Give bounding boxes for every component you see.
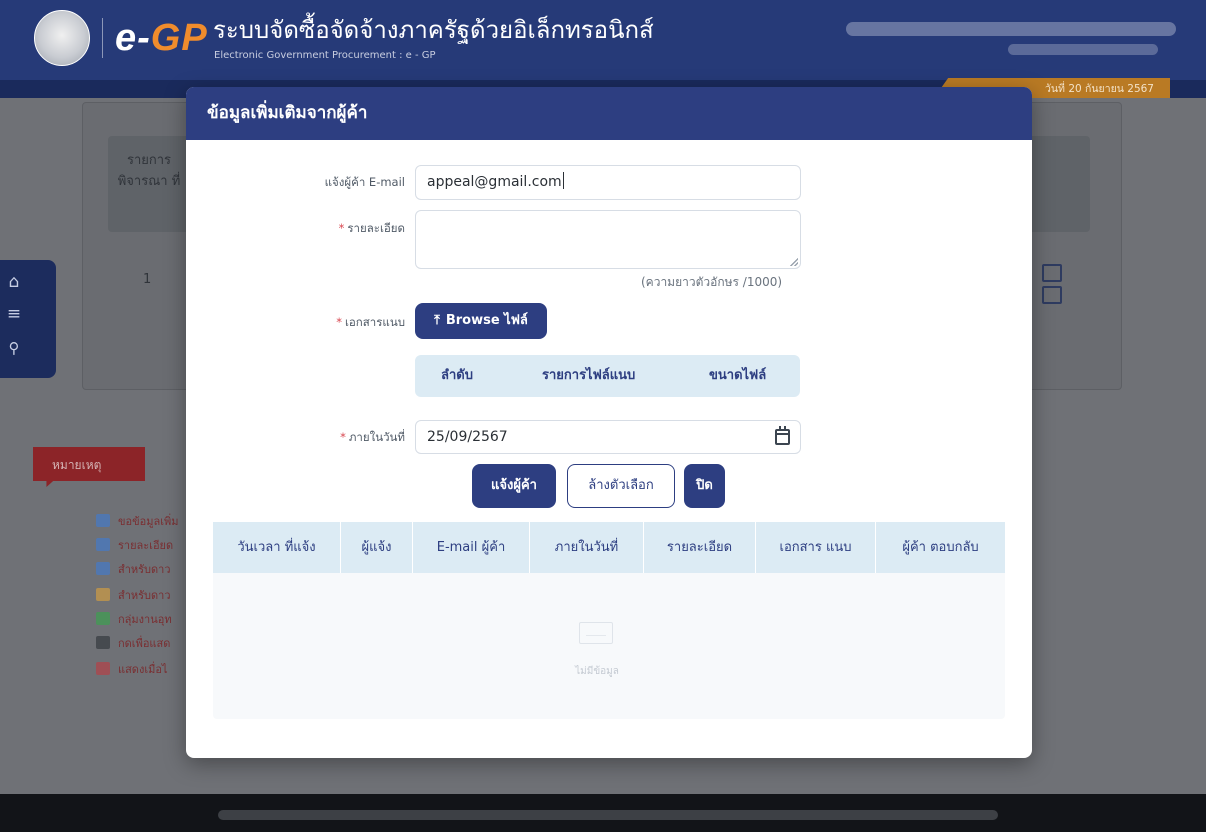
note-icon xyxy=(96,514,110,527)
due-date-value: 25/09/2567 xyxy=(427,429,508,445)
note-item: กลุ่มงานอุท xyxy=(96,610,172,628)
due-date-label: * ภายในวันที่ xyxy=(284,429,405,447)
file-table-header: ลำดับ รายการไฟล์แนบ ขนาดไฟล์ xyxy=(415,355,800,397)
empty-data-icon xyxy=(579,622,613,644)
notes-ribbon: หมายเหตุ xyxy=(33,447,145,487)
required-mark: * xyxy=(338,221,345,235)
note-label: ขอข้อมูลเพิ่ม xyxy=(118,515,179,528)
search-icon[interactable]: ⚲ xyxy=(0,338,28,358)
empty-data-text: ไม่มีข้อมูล xyxy=(575,666,619,677)
note-item: สำหรับดาว xyxy=(96,586,171,604)
history-table-header: วันเวลา ที่แจ้ง ผู้แจ้ง E-mail ผู้ค้า ภา… xyxy=(213,522,1005,573)
supplier-email-value: appeal@gmail.com xyxy=(427,174,562,190)
file-col-name: รายการไฟล์แนบ xyxy=(542,368,636,383)
brand-suffix: GP xyxy=(150,17,208,59)
footer-address xyxy=(218,810,998,820)
system-name-en: Electronic Government Procurement : e - … xyxy=(214,50,436,61)
col-supplier-email: E-mail ผู้ค้า xyxy=(412,522,529,573)
note-label: กดเพื่อแสด xyxy=(118,637,171,650)
note-item: ขอข้อมูลเพิ่ม xyxy=(96,512,179,530)
note-icon xyxy=(96,612,110,625)
modal-header: ข้อมูลเพิ่มเติมจากผู้ค้า xyxy=(186,87,1032,140)
side-nav: ⌂ ≡ ⚲ xyxy=(0,260,56,378)
government-seal-logo xyxy=(34,10,90,66)
browse-file-button[interactable]: ⤒ Browse ไฟล์ xyxy=(415,303,547,339)
detail-textarea[interactable] xyxy=(415,210,801,269)
current-date: วันที่ 20 กันยายน 2567 xyxy=(1044,83,1154,95)
resize-handle[interactable] xyxy=(790,258,798,266)
note-item: รายละเอียด xyxy=(96,536,173,554)
clear-selection-button[interactable]: ล้างตัวเลือก xyxy=(567,464,675,508)
note-label: รายละเอียด xyxy=(118,539,174,552)
due-date-input[interactable]: 25/09/2567 xyxy=(415,420,801,454)
supplier-email-input[interactable]: appeal@gmail.com xyxy=(415,165,801,200)
detail-label: * รายละเอียด xyxy=(284,220,405,238)
download-icon[interactable] xyxy=(1042,286,1062,304)
due-date-label-text: ภายในวันที่ xyxy=(348,430,405,444)
header-divider xyxy=(102,18,103,58)
text-cursor xyxy=(562,172,564,189)
note-item: แสดงเมื่อไ xyxy=(96,660,167,678)
col-supplier-reply: ผู้ค้า ตอบกลับ xyxy=(875,522,1005,573)
required-mark: * xyxy=(336,315,342,329)
note-label: สำหรับดาว xyxy=(118,589,171,602)
notify-supplier-button[interactable]: แจ้งผู้ค้า xyxy=(472,464,556,508)
col-notifier: ผู้แจ้ง xyxy=(340,522,412,573)
user-info[interactable] xyxy=(846,22,1176,36)
note-icon xyxy=(96,588,110,601)
note-item: กดเพื่อแสด xyxy=(96,634,170,652)
note-label: สำหรับดาว xyxy=(118,563,171,576)
close-button[interactable]: ปิด xyxy=(684,464,725,508)
home-icon[interactable]: ⌂ xyxy=(0,272,28,292)
history-table-body xyxy=(213,573,1005,719)
brand-prefix: e- xyxy=(115,17,151,59)
menu-icon[interactable]: ≡ xyxy=(0,304,28,324)
note-icon xyxy=(96,562,110,575)
browse-file-label: Browse ไฟล์ xyxy=(445,313,528,328)
col-notify-time: วันเวลา ที่แจ้ง xyxy=(237,540,316,555)
top-header: e-GP ระบบจัดซื้อจัดจ้างภาครัฐด้วยอิเล็กท… xyxy=(0,0,1206,80)
note-label: กลุ่มงานอุท xyxy=(118,613,172,626)
detail-label-text: รายละเอียด xyxy=(347,221,405,235)
system-name: ระบบจัดซื้อจัดจ้างภาครัฐด้วยอิเล็กทรอนิก… xyxy=(213,16,654,44)
upload-icon: ⤒ xyxy=(434,313,440,328)
edit-icon[interactable] xyxy=(1042,264,1062,282)
calendar-icon[interactable] xyxy=(775,426,790,445)
note-icon xyxy=(96,636,110,649)
col-attachment: เอกสาร แนบ xyxy=(755,522,875,573)
supplier-info-modal: ข้อมูลเพิ่มเติมจากผู้ค้า แจ้งผู้ค้า E-ma… xyxy=(186,87,1032,758)
col-due-date: ภายในวันที่ xyxy=(529,522,643,573)
background-column-header: รายการ พิจารณา ที่ xyxy=(117,153,181,189)
background-row-number: 1 xyxy=(143,272,152,287)
file-col-order: ลำดับ xyxy=(441,368,473,383)
attachment-label-text: เอกสารแนบ xyxy=(344,315,405,329)
attachment-label: * เอกสารแนบ xyxy=(284,314,405,332)
required-mark: * xyxy=(340,430,346,444)
email-label-text: แจ้งผู้ค้า E-mail xyxy=(324,175,405,189)
file-col-size: ขนาดไฟล์ xyxy=(709,368,767,383)
note-item: สำหรับดาว xyxy=(96,560,171,578)
email-label: แจ้งผู้ค้า E-mail xyxy=(284,174,405,192)
modal-title: ข้อมูลเพิ่มเติมจากผู้ค้า xyxy=(207,103,368,123)
note-icon xyxy=(96,662,110,675)
note-icon xyxy=(96,538,110,551)
user-role xyxy=(1008,44,1158,55)
note-label: แสดงเมื่อไ xyxy=(118,663,168,676)
egp-logo[interactable]: e-GP xyxy=(115,14,208,62)
col-detail: รายละเอียด xyxy=(643,522,755,573)
character-counter: (ความยาวตัวอักษร /1000) xyxy=(641,275,783,289)
